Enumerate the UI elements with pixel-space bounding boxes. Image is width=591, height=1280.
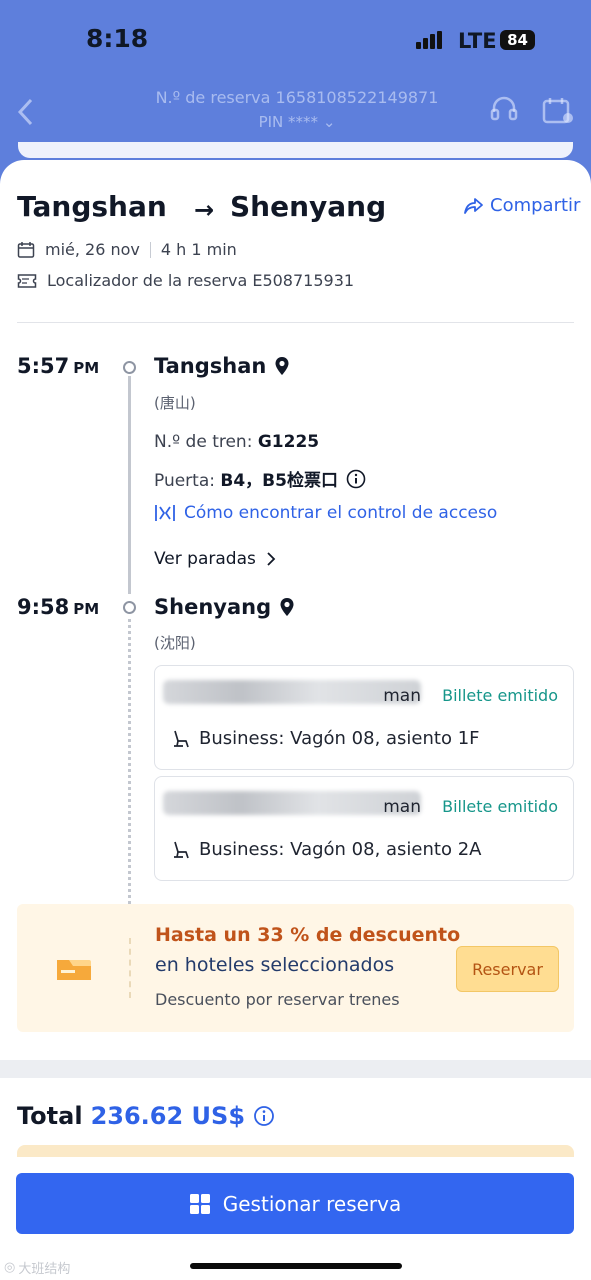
train-number: N.º de tren: G1225 [154, 432, 320, 452]
location-pin-icon [280, 598, 294, 616]
home-indicator[interactable] [190, 1263, 402, 1269]
passenger-name: man [383, 797, 421, 817]
total-price: 236.62 US$ [90, 1102, 246, 1130]
info-icon[interactable] [253, 1105, 275, 1127]
gate-info: Puerta: B4，B5检票口 [154, 466, 366, 491]
promo-note: Descuento por reservar trenes [155, 990, 400, 1009]
ticket-status: Billete emitido [442, 686, 558, 705]
hotel-promo-banner[interactable]: Hasta un 33 % de descuento en hoteles se… [17, 904, 574, 1032]
status-time: 8:18 [86, 24, 149, 53]
total-row: Total 236.62 US$ [17, 1102, 275, 1130]
passenger-name: man [383, 686, 421, 706]
seat-icon [174, 730, 189, 747]
pin-label: PIN **** [258, 113, 319, 131]
route-from: Tangshan [17, 190, 167, 223]
signal-icon [416, 31, 444, 49]
arrival-dot [123, 601, 136, 614]
arrival-station[interactable]: Shenyang [154, 595, 295, 619]
promo-title: Hasta un 33 % de descuento [155, 924, 461, 946]
seat-info: Business: Vagón 08, asiento 2A [171, 839, 481, 860]
departure-time: 5:57 PM [17, 354, 100, 378]
share-icon [464, 197, 483, 214]
info-icon[interactable] [346, 469, 366, 489]
arrival-station-cn: (沈阳) [154, 634, 196, 652]
promo-subtitle: en hoteles seleccionados [155, 954, 395, 976]
seat-info: Business: Vagón 08, asiento 1F [171, 728, 480, 749]
watermark: ◎ 大班结构 [4, 1260, 71, 1277]
ticket-icon [17, 273, 37, 288]
chevron-right-icon [267, 552, 276, 566]
back-icon[interactable] [15, 97, 37, 127]
header-card-edge [18, 142, 573, 158]
share-label: Compartir [490, 195, 581, 216]
grid-icon [189, 1193, 210, 1214]
manage-booking-button[interactable]: Gestionar reserva [16, 1173, 574, 1234]
departure-dot [123, 361, 136, 374]
departure-station-cn: (唐山) [154, 394, 196, 412]
reserve-hotel-button[interactable]: Reservar [456, 946, 559, 992]
divider [17, 322, 574, 323]
passenger-card[interactable]: man Billete emitido Business: Vagón 08, … [154, 776, 574, 881]
watermark-logo-icon: ◎ [4, 1260, 16, 1275]
passenger-card[interactable]: man Billete emitido Business: Vagón 08, … [154, 665, 574, 770]
total-label: Total [17, 1102, 83, 1130]
ticket-status: Billete emitido [442, 797, 558, 816]
pin-toggle[interactable]: PIN **** ⌄ [92, 113, 502, 131]
battery-icon: 84 [500, 30, 535, 50]
seat-icon [174, 841, 189, 858]
reservation-number: N.º de reserva 1658108522149871 [155, 88, 439, 107]
route-arrow-icon: → [194, 196, 215, 224]
arrival-time: 9:58 PM [17, 595, 100, 619]
chevron-down-icon: ⌄ [322, 113, 336, 131]
calendar-add-icon[interactable] [541, 96, 575, 126]
departure-station[interactable]: Tangshan [154, 354, 290, 378]
route-to: Shenyang [230, 190, 387, 223]
locator-text: Localizador de la reserva E508715931 [47, 271, 355, 290]
gate-icon [155, 505, 175, 521]
trip-date: mié, 26 nov [45, 240, 140, 259]
date-row: mié, 26 nov 4 h 1 min [17, 240, 237, 259]
network-type: LTE [458, 29, 497, 53]
share-button[interactable]: Compartir [464, 195, 580, 216]
calendar-icon [17, 241, 35, 258]
separator [149, 241, 151, 258]
hotel-coupon-icon [55, 952, 93, 986]
view-stops-link[interactable]: Ver paradas [154, 549, 276, 569]
access-control-link[interactable]: Cómo encontrar el control de acceso [154, 503, 497, 523]
promo-divider [129, 938, 131, 998]
location-pin-icon [275, 357, 289, 375]
section-separator [0, 1060, 591, 1078]
passenger-line [128, 619, 131, 904]
headset-icon[interactable] [489, 94, 519, 124]
journey-line [128, 376, 131, 594]
locator-row: Localizador de la reserva E508715931 [17, 271, 354, 290]
trip-duration: 4 h 1 min [160, 240, 237, 259]
